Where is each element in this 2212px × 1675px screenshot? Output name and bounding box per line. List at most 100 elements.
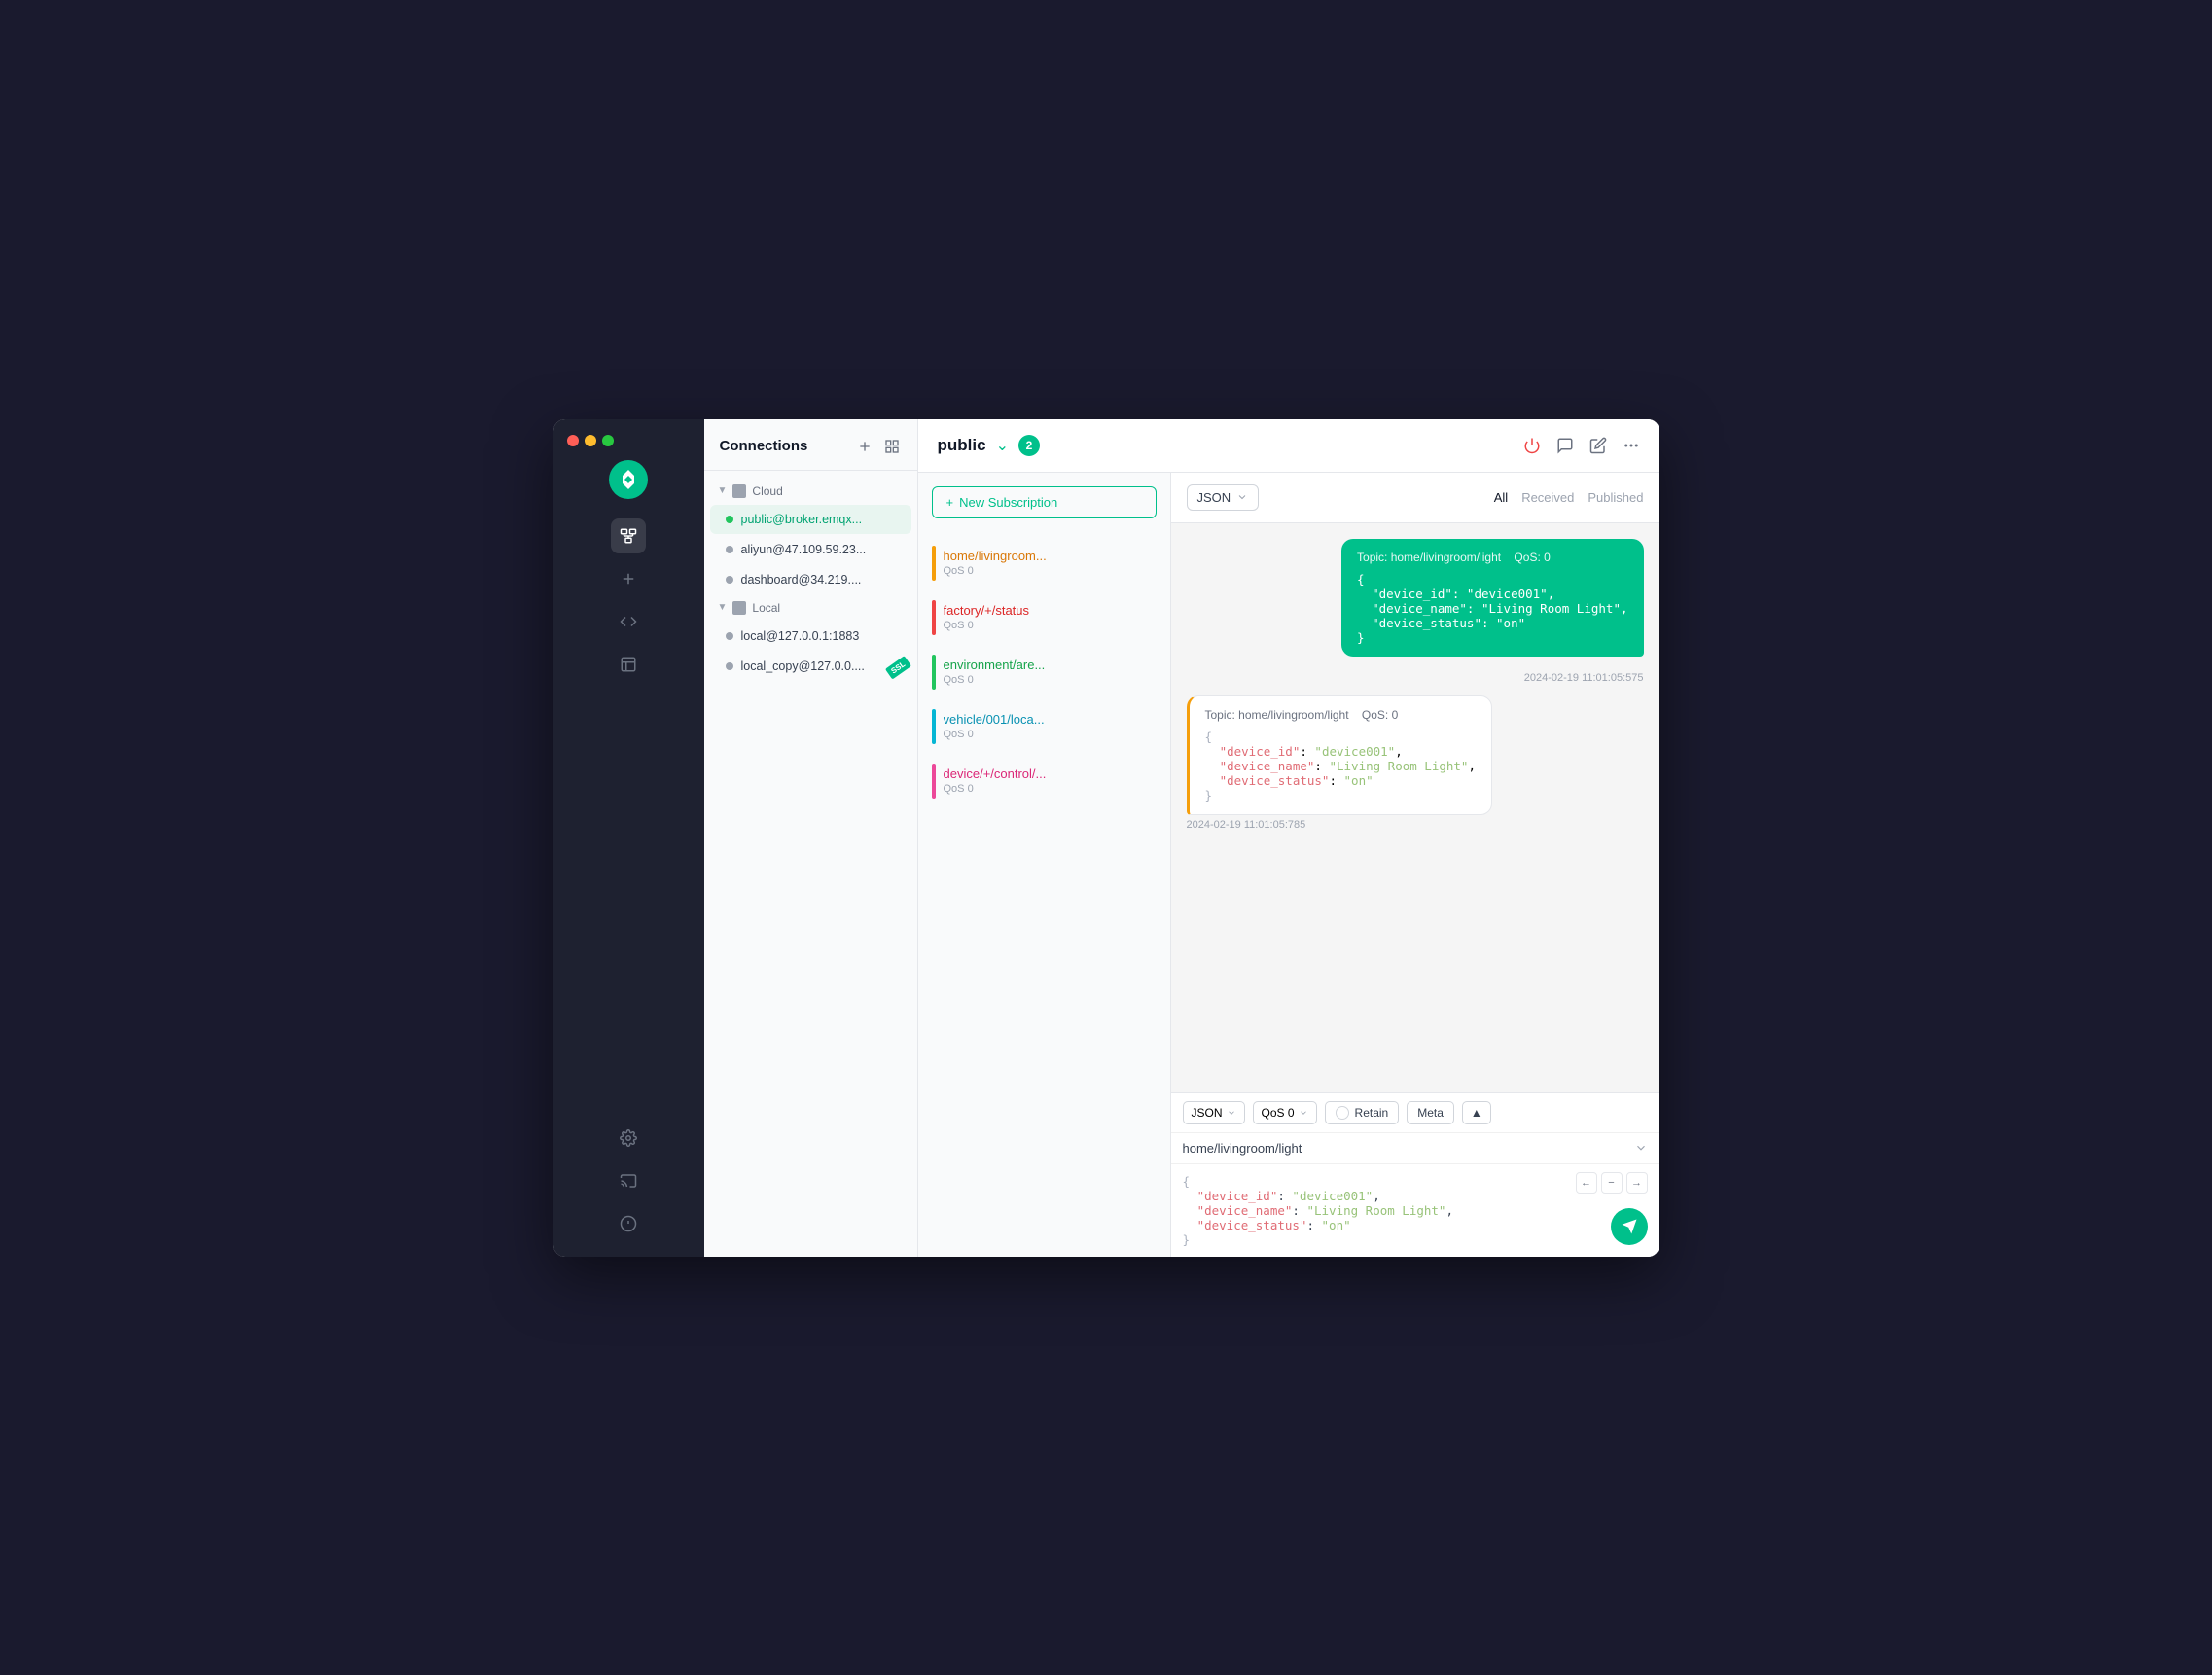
sub-info: home/livingroom... QoS 0 (944, 549, 1157, 577)
new-sub-label: New Subscription (959, 495, 1057, 510)
nav-back-button[interactable]: ← (1576, 1172, 1597, 1194)
retain-circle (1336, 1106, 1349, 1120)
filter-tab-published[interactable]: Published (1588, 488, 1643, 507)
publish-qos-value: QoS 0 (1262, 1106, 1295, 1120)
connection-status-dot (726, 632, 733, 640)
filter-tab-received[interactable]: Received (1521, 488, 1574, 507)
sub-qos: QoS 0 (944, 783, 1157, 795)
format-select[interactable]: JSON (1187, 484, 1260, 511)
msg-received-header: Topic: home/livingroom/light QoS: 0 (1205, 708, 1477, 722)
publish-topic-input[interactable] (1183, 1141, 1634, 1156)
msg-published-body: { "device_id": "device001", "device_name… (1357, 572, 1627, 645)
chevron-down-icon (1227, 1108, 1236, 1118)
subscription-item-4[interactable]: device/+/control/... QoS 0 (918, 754, 1170, 808)
main-content: public ⌄ 2 (918, 419, 1659, 1257)
connection-item-dashboard[interactable]: dashboard@34.219.... (710, 565, 911, 594)
connection-status-dot (726, 546, 733, 553)
connection-name: public@broker.emqx... (741, 513, 863, 526)
minimize-button[interactable] (585, 435, 596, 446)
connection-item-aliyun[interactable]: aliyun@47.109.59.23... (710, 535, 911, 564)
connections-actions (855, 437, 902, 456)
app-logo (609, 460, 648, 499)
filter-tab-all[interactable]: All (1494, 488, 1508, 507)
chevron-icon: ▼ (718, 485, 728, 496)
group-local[interactable]: ▼ Local (704, 595, 917, 621)
sidebar-item-add[interactable] (611, 561, 646, 596)
sub-topic: home/livingroom... (944, 549, 1157, 563)
sub-color-bar (932, 709, 936, 744)
sidebar-item-code[interactable] (611, 604, 646, 639)
sub-qos: QoS 0 (944, 729, 1157, 740)
publish-format-select[interactable]: JSON (1183, 1101, 1245, 1124)
new-sub-plus: + (946, 495, 954, 510)
connection-item-local-copy[interactable]: local_copy@127.0.0.... (710, 652, 911, 681)
sidebar-item-settings[interactable] (611, 1121, 646, 1156)
retain-button[interactable]: Retain (1325, 1101, 1400, 1124)
maximize-button[interactable] (602, 435, 614, 446)
messages-list: Topic: home/livingroom/light QoS: 0 { "d… (1171, 523, 1659, 1092)
sub-info: factory/+/status QoS 0 (944, 603, 1157, 631)
connection-name: local@127.0.0.1:1883 (741, 629, 860, 643)
sub-qos: QoS 0 (944, 565, 1157, 577)
chevron-down-icon (1634, 1141, 1648, 1155)
new-subscription-button[interactable]: + New Subscription (932, 486, 1157, 518)
sub-info: device/+/control/... QoS 0 (944, 766, 1157, 795)
sub-color-bar (932, 546, 936, 581)
subscription-item-1[interactable]: factory/+/status QoS 0 (918, 590, 1170, 645)
group-cloud-icon (732, 484, 746, 498)
sidebar-item-scripts[interactable] (611, 647, 646, 682)
sub-qos: QoS 0 (944, 620, 1157, 631)
sub-topic: environment/are... (944, 658, 1157, 672)
sub-color-bar (932, 600, 936, 635)
msg-received-bubble: Topic: home/livingroom/light QoS: 0 { "d… (1187, 695, 1493, 815)
meta-button[interactable]: Meta (1407, 1101, 1454, 1124)
subscription-count-badge: 2 (1018, 435, 1040, 456)
subscription-item-2[interactable]: environment/are... QoS 0 (918, 645, 1170, 699)
sub-info: vehicle/001/loca... QoS 0 (944, 712, 1157, 740)
nav-minus-button[interactable]: − (1601, 1172, 1623, 1194)
group-cloud[interactable]: ▼ Cloud (704, 479, 917, 504)
message-published-0: Topic: home/livingroom/light QoS: 0 { "d… (1341, 539, 1643, 657)
connection-name: aliyun@47.109.59.23... (741, 543, 867, 556)
nav-forward-button[interactable]: → (1626, 1172, 1648, 1194)
publish-qos-select[interactable]: QoS 0 (1253, 1101, 1317, 1124)
messages-panel: JSON All Received Published (1171, 473, 1659, 1257)
sidebar (553, 419, 704, 1257)
sidebar-nav (553, 518, 704, 1121)
connections-header: Connections (704, 419, 917, 471)
chevron-icon: ▼ (718, 602, 728, 613)
connection-item-local[interactable]: local@127.0.0.1:1883 (710, 622, 911, 651)
sub-info: environment/are... QoS 0 (944, 658, 1157, 686)
layout-button[interactable] (882, 437, 902, 456)
edit-button[interactable] (1589, 437, 1607, 454)
chat-button[interactable] (1556, 437, 1574, 454)
chevron-down-icon (1299, 1108, 1308, 1118)
subscription-item-3[interactable]: vehicle/001/loca... QoS 0 (918, 699, 1170, 754)
expand-button[interactable]: ▲ (1462, 1101, 1491, 1124)
connection-status-dot (726, 516, 733, 523)
connection-item-local-copy-wrapper: local_copy@127.0.0.... SSL (704, 652, 917, 681)
message-received-0: Topic: home/livingroom/light QoS: 0 { "d… (1187, 695, 1493, 831)
publish-topic-row (1171, 1133, 1659, 1164)
sub-topic: device/+/control/... (944, 766, 1157, 781)
close-button[interactable] (567, 435, 579, 446)
msg-published-header: Topic: home/livingroom/light QoS: 0 (1357, 551, 1627, 564)
send-button[interactable] (1611, 1208, 1648, 1245)
connection-item-public[interactable]: public@broker.emqx... (710, 505, 911, 534)
add-connection-button[interactable] (855, 437, 874, 456)
sidebar-item-info[interactable] (611, 1206, 646, 1241)
connection-name: local_copy@127.0.0.... (741, 659, 865, 673)
sidebar-item-subscribe[interactable] (611, 1163, 646, 1198)
sub-topic: vehicle/001/loca... (944, 712, 1157, 727)
sidebar-item-connections[interactable] (611, 518, 646, 553)
sub-color-bar (932, 764, 936, 799)
power-button[interactable] (1523, 437, 1541, 454)
more-button[interactable] (1623, 437, 1640, 454)
body-split: + New Subscription home/livingroom... Qo… (918, 473, 1659, 1257)
subscriptions-panel: + New Subscription home/livingroom... Qo… (918, 473, 1171, 1257)
group-local-label: Local (752, 601, 780, 615)
topic-name: public (938, 436, 986, 455)
subscription-item-0[interactable]: home/livingroom... QoS 0 (918, 536, 1170, 590)
filter-tabs: All Received Published (1494, 488, 1644, 507)
connection-name: dashboard@34.219.... (741, 573, 862, 587)
